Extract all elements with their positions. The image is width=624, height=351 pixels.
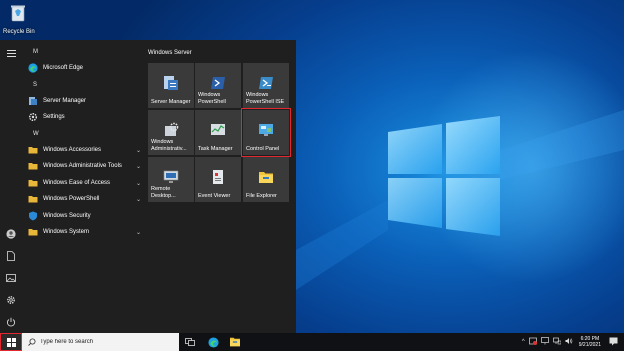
app-label: Microsoft Edge <box>43 65 84 71</box>
server-manager-icon <box>29 97 37 105</box>
file-explorer-taskbar-icon[interactable] <box>229 336 241 348</box>
app-label: Windows Administrative Tools <box>43 163 122 169</box>
tile-server-manager[interactable]: Server Manager <box>148 63 194 108</box>
app-windows-system[interactable]: Windows System ⌄ <box>28 225 142 239</box>
chevron-down-icon[interactable]: ⌄ <box>136 196 142 203</box>
gear-icon <box>28 112 38 122</box>
gear-icon[interactable] <box>4 293 18 307</box>
app-windows-security[interactable]: Windows Security <box>28 209 142 223</box>
tile-file-explorer[interactable]: File Explorer <box>243 157 289 202</box>
tile-windows-powershell-ise[interactable]: Windows PowerShell ISE <box>243 63 289 108</box>
powershell-ise-icon <box>259 77 273 89</box>
shield-icon <box>29 211 37 221</box>
app-windows-powershell[interactable]: Windows PowerShell ⌄ <box>28 192 142 206</box>
network-icon[interactable] <box>552 337 562 347</box>
recycle-bin-label: Recycle Bin <box>3 29 35 35</box>
tile-windows-administrative-tools[interactable]: Windows Administrativ... <box>148 110 194 155</box>
app-windows-ease-of-access[interactable]: Windows Ease of Access ⌄ <box>28 176 142 190</box>
app-microsoft-edge[interactable]: Microsoft Edge <box>28 61 142 75</box>
section-letter-m[interactable]: M <box>33 49 38 55</box>
section-letter-s[interactable]: S <box>33 82 37 88</box>
edge-icon <box>28 63 38 73</box>
documents-icon[interactable] <box>4 249 18 263</box>
chevron-up-icon[interactable]: ^ <box>522 339 525 345</box>
notifications-icon[interactable] <box>609 337 618 348</box>
app-label: Windows PowerShell <box>43 196 100 202</box>
admin-tools-icon <box>165 122 179 136</box>
tile-label: File Explorer <box>246 192 277 199</box>
app-windows-accessories[interactable]: Windows Accessories ⌄ <box>28 143 142 157</box>
start-button[interactable] <box>0 333 22 351</box>
app-label: Settings <box>43 114 65 120</box>
tile-label: Server Manager <box>151 98 191 105</box>
tile-label: Control Panel <box>246 145 280 152</box>
display-icon[interactable] <box>540 337 549 347</box>
event-viewer-icon <box>213 170 223 184</box>
task-manager-icon <box>211 124 225 135</box>
app-windows-administrative-tools[interactable]: Windows Administrative Tools ⌄ <box>28 159 142 173</box>
control-panel-icon <box>259 124 273 136</box>
chevron-down-icon[interactable]: ⌄ <box>136 229 142 236</box>
chevron-down-icon[interactable]: ⌄ <box>136 180 142 187</box>
tile-group-title: Windows Server <box>148 50 192 56</box>
folder-icon <box>28 180 38 187</box>
tile-task-manager[interactable]: Task Manager <box>195 110 241 155</box>
folder-icon <box>28 196 38 203</box>
tile-label: Windows PowerShell <box>198 92 226 105</box>
recycle-bin-icon <box>11 5 25 22</box>
folder-icon <box>28 147 38 154</box>
app-label: Windows Ease of Access <box>43 180 111 186</box>
chevron-down-icon[interactable]: ⌄ <box>136 163 142 170</box>
tile-event-viewer[interactable]: Event Viewer <box>195 157 241 202</box>
taskbar: ^ 6:20 PM 9/21/2021 <box>0 333 624 351</box>
section-letter-w[interactable]: W <box>33 131 39 137</box>
pictures-icon[interactable] <box>4 271 18 285</box>
tile-remote-desktop[interactable]: Remote Desktop... <box>148 157 194 202</box>
file-explorer-icon <box>259 172 273 183</box>
start-menu: M Microsoft Edge S Server Manager Settin… <box>0 40 296 333</box>
tile-control-panel[interactable]: Control Panel <box>241 108 291 157</box>
tile-label: Event Viewer <box>198 192 231 199</box>
power-icon[interactable] <box>4 315 18 329</box>
powershell-icon <box>211 77 225 89</box>
tile-label: Windows PowerShell ISE <box>246 92 285 105</box>
folder-icon <box>28 229 38 236</box>
remote-desktop-icon <box>163 170 179 183</box>
app-label: Windows Security <box>43 213 91 219</box>
folder-icon <box>28 163 38 170</box>
search-icon <box>28 338 36 346</box>
app-label: Windows System <box>43 229 90 235</box>
chevron-down-icon[interactable]: ⌄ <box>136 147 142 154</box>
start-rail <box>0 40 22 333</box>
security-alert-icon[interactable] <box>528 337 537 347</box>
volume-icon[interactable] <box>565 337 573 347</box>
hamburger-menu-icon[interactable] <box>4 46 18 60</box>
user-account-icon[interactable] <box>4 227 18 241</box>
tile-windows-powershell[interactable]: Windows PowerShell <box>195 63 241 108</box>
app-label: Server Manager <box>43 98 87 104</box>
app-label: Windows Accessories <box>43 147 102 153</box>
edge-taskbar-icon[interactable] <box>207 336 219 348</box>
taskbar-search-box[interactable] <box>22 333 179 351</box>
windows-logo-icon <box>6 337 16 347</box>
recycle-bin-shortcut[interactable]: Recycle Bin <box>3 4 35 35</box>
clock[interactable]: 6:20 PM 9/21/2021 <box>579 336 601 348</box>
tile-label: Remote Desktop... <box>151 186 176 199</box>
task-view-icon[interactable] <box>184 336 196 348</box>
search-input[interactable] <box>40 339 170 345</box>
tile-label: Windows Administrativ... <box>151 139 187 152</box>
clock-date: 9/21/2021 <box>578 342 601 348</box>
tile-label: Task Manager <box>198 145 233 152</box>
app-list: M Microsoft Edge S Server Manager Settin… <box>24 40 144 333</box>
server-manager-icon <box>164 76 178 90</box>
app-settings[interactable]: Settings <box>28 110 142 124</box>
system-tray: ^ 6:20 PM 9/21/2021 <box>520 333 624 351</box>
app-server-manager[interactable]: Server Manager <box>28 94 142 108</box>
